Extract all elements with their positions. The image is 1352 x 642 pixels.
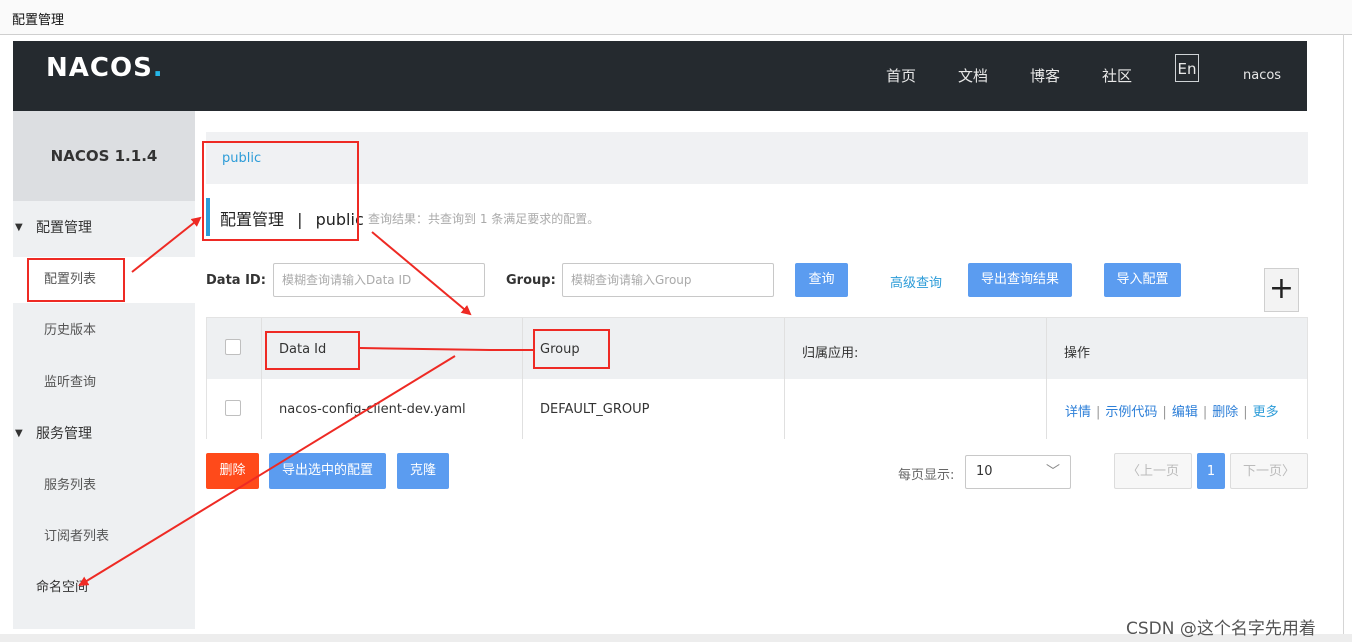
header-ops-col: 操作	[1047, 318, 1307, 379]
sidebar-group-config[interactable]: ▼ 配置管理	[13, 213, 195, 243]
window-right-border	[1343, 34, 1344, 634]
action-separator: |	[1162, 405, 1167, 420]
prev-page-button[interactable]: 〈上一页	[1114, 453, 1192, 489]
export-selected-button[interactable]: 导出选中的配置	[269, 453, 386, 489]
config-table: Data Id Group 归属应用: 操作 nacos-config-clie…	[206, 317, 1308, 439]
nacos-logo[interactable]: NACOS.	[46, 53, 164, 83]
logo-dot: .	[152, 53, 164, 83]
prev-page-label: 上一页	[1140, 464, 1180, 479]
query-button[interactable]: 查询	[795, 263, 848, 297]
export-results-button[interactable]: 导出查询结果	[968, 263, 1072, 297]
sidebar-group-label: 配置管理	[36, 220, 92, 236]
column-header-ops: 操作	[1064, 346, 1091, 361]
add-config-button[interactable]: +	[1264, 268, 1299, 312]
window-title-bar: 配置管理	[0, 0, 1352, 35]
annotation-box-namespace	[202, 141, 359, 241]
row-group: DEFAULT_GROUP	[540, 402, 650, 417]
sidebar: NACOS 1.1.4 ▼ 配置管理 配置列表 历史版本 监听查询 ▼ 服务管理…	[13, 111, 195, 629]
nav-docs[interactable]: 文档	[958, 41, 988, 111]
header-select-col	[207, 318, 262, 379]
sidebar-item-label: 服务列表	[44, 478, 97, 493]
group-label: Group:	[506, 273, 556, 288]
advanced-query-link[interactable]: 高级查询	[890, 272, 942, 291]
annotation-box-config-list	[27, 258, 125, 302]
next-page-label: 下一页	[1242, 464, 1282, 479]
row-dataid: nacos-config-client-dev.yaml	[279, 402, 466, 417]
page-1-button[interactable]: 1	[1197, 453, 1225, 489]
nav-home[interactable]: 首页	[886, 41, 916, 111]
per-page-label: 每页显示:	[898, 468, 955, 483]
query-summary: 查询结果：共查询到 1 条满足要求的配置。	[368, 212, 600, 226]
annotation-box-dataid	[265, 331, 360, 370]
delete-link[interactable]: 删除	[1212, 405, 1238, 420]
user-name[interactable]: nacos	[1243, 41, 1281, 111]
bulk-delete-button[interactable]: 删除	[206, 453, 259, 489]
nav-community[interactable]: 社区	[1102, 41, 1132, 111]
more-link[interactable]: 更多	[1253, 405, 1279, 420]
sidebar-item-label: 订阅者列表	[44, 529, 110, 544]
per-page-select[interactable]: 10 ﹀	[965, 455, 1071, 489]
detail-link[interactable]: 详情	[1065, 405, 1091, 420]
namespace-bar: public	[206, 132, 1308, 184]
sidebar-version: NACOS 1.1.4	[13, 111, 195, 201]
sidebar-item-service-list[interactable]: 服务列表	[13, 463, 195, 509]
sidebar-item-label: 历史版本	[44, 323, 97, 338]
sidebar-group-label: 服务管理	[36, 426, 92, 442]
csdn-watermark: CSDN @这个名字先用着	[1126, 619, 1316, 639]
row-dataid-col: nacos-config-client-dev.yaml	[262, 379, 523, 439]
column-header-app: 归属应用:	[802, 346, 859, 361]
chevron-right-icon: 〉	[1282, 464, 1296, 479]
nav-blog[interactable]: 博客	[1030, 41, 1060, 111]
sidebar-item-label: 命名空间	[36, 580, 89, 595]
sidebar-item-label: 监听查询	[44, 375, 97, 390]
sidebar-item-namespace[interactable]: 命名空间	[13, 565, 195, 611]
language-switch[interactable]: En	[1175, 54, 1199, 82]
header-app-col: 归属应用:	[785, 318, 1047, 379]
next-page-button[interactable]: 下一页〉	[1230, 453, 1308, 489]
sidebar-item-history[interactable]: 历史版本	[13, 308, 195, 354]
collapse-triangle-icon: ▼	[15, 428, 23, 439]
dataid-label: Data ID:	[206, 273, 266, 288]
chevron-down-icon: ﹀	[1046, 464, 1060, 480]
logo-text: NACOS	[46, 53, 153, 83]
row-checkbox[interactable]	[225, 400, 241, 416]
sidebar-group-service[interactable]: ▼ 服务管理	[13, 419, 195, 449]
table-row: nacos-config-client-dev.yaml DEFAULT_GRO…	[207, 379, 1307, 439]
table-header: Data Id Group 归属应用: 操作	[207, 318, 1307, 380]
select-all-checkbox[interactable]	[225, 339, 241, 355]
sample-code-link[interactable]: 示例代码	[1105, 405, 1157, 420]
action-separator: |	[1096, 405, 1101, 420]
action-separator: |	[1202, 405, 1208, 420]
edit-link[interactable]: 编辑	[1172, 405, 1198, 420]
collapse-triangle-icon: ▼	[15, 222, 23, 233]
row-select-col	[207, 379, 262, 439]
clone-button[interactable]: 克隆	[397, 453, 449, 489]
action-separator: |	[1243, 405, 1248, 420]
sidebar-item-listener-query[interactable]: 监听查询	[13, 360, 195, 406]
import-config-button[interactable]: 导入配置	[1104, 263, 1181, 297]
dataid-input[interactable]	[273, 263, 485, 297]
row-app-col	[785, 379, 1047, 439]
group-input[interactable]	[562, 263, 774, 297]
row-actions: 详情 | 示例代码 | 编辑 | 删除 | 更多	[1065, 401, 1279, 420]
chevron-left-icon: 〈	[1126, 464, 1140, 479]
per-page-value: 10	[976, 464, 993, 479]
top-navbar: NACOS. 首页 文档 博客 社区 En nacos	[13, 41, 1307, 111]
row-group-col: DEFAULT_GROUP	[523, 379, 785, 439]
annotation-box-group	[533, 329, 610, 369]
sidebar-item-subscriber-list[interactable]: 订阅者列表	[13, 514, 195, 560]
window-title: 配置管理	[12, 13, 65, 28]
